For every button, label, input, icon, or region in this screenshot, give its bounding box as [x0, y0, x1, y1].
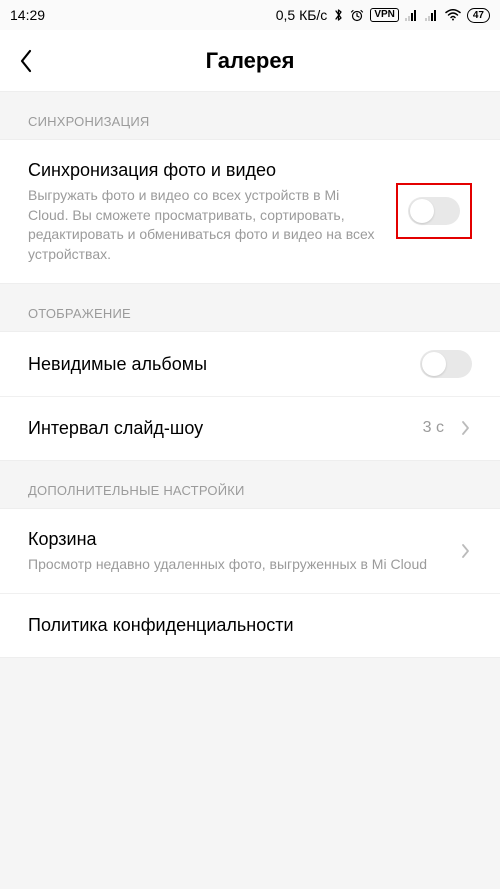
- app-header: Галерея: [0, 30, 500, 92]
- highlight-annotation: [396, 183, 472, 239]
- signal-icon-2: [425, 9, 439, 21]
- back-button[interactable]: [18, 46, 48, 76]
- setting-description: Просмотр недавно удаленных фото, выгруже…: [28, 555, 444, 575]
- section-header-display: ОТОБРАЖЕНИЕ: [0, 284, 500, 331]
- page-title: Галерея: [0, 48, 500, 74]
- setting-description: Выгружать фото и видео со всех устройств…: [28, 186, 382, 264]
- status-time: 14:29: [10, 7, 45, 23]
- setting-title: Интервал слайд-шоу: [28, 416, 409, 440]
- setting-trash[interactable]: Корзина Просмотр недавно удаленных фото,…: [0, 509, 500, 593]
- setting-title: Синхронизация фото и видео: [28, 158, 382, 182]
- setting-title: Невидимые альбомы: [28, 352, 406, 376]
- chevron-right-icon: [458, 543, 472, 559]
- setting-slideshow-interval[interactable]: Интервал слайд-шоу 3 с: [0, 396, 500, 460]
- chevron-right-icon: [458, 420, 472, 436]
- setting-title: Политика конфиденциальности: [28, 613, 472, 637]
- section-advanced: Корзина Просмотр недавно удаленных фото,…: [0, 508, 500, 658]
- section-display: Невидимые альбомы Интервал слайд-шоу 3 с: [0, 331, 500, 461]
- battery-icon: 47: [467, 8, 490, 23]
- hidden-albums-toggle[interactable]: [420, 350, 472, 378]
- chevron-left-icon: [18, 48, 34, 74]
- vpn-icon: VPN: [370, 8, 399, 22]
- section-header-advanced: ДОПОЛНИТЕЛЬНЫЕ НАСТРОЙКИ: [0, 461, 500, 508]
- setting-sync-photos[interactable]: Синхронизация фото и видео Выгружать фот…: [0, 140, 500, 283]
- setting-privacy-policy[interactable]: Политика конфиденциальности: [0, 593, 500, 657]
- bluetooth-icon: [333, 8, 344, 22]
- section-header-sync: СИНХРОНИЗАЦИЯ: [0, 92, 500, 139]
- wifi-icon: [445, 9, 461, 21]
- toggle-knob: [422, 352, 446, 376]
- status-data-rate: 0,5 КБ/с: [276, 7, 328, 23]
- setting-hidden-albums[interactable]: Невидимые альбомы: [0, 332, 500, 396]
- setting-title: Корзина: [28, 527, 444, 551]
- status-bar: 14:29 0,5 КБ/с VPN 47: [0, 0, 500, 30]
- section-sync: Синхронизация фото и видео Выгружать фот…: [0, 139, 500, 284]
- setting-value: 3 с: [423, 419, 444, 437]
- signal-icon-1: [405, 9, 419, 21]
- alarm-icon: [350, 8, 364, 22]
- sync-toggle[interactable]: [408, 197, 460, 225]
- toggle-knob: [410, 199, 434, 223]
